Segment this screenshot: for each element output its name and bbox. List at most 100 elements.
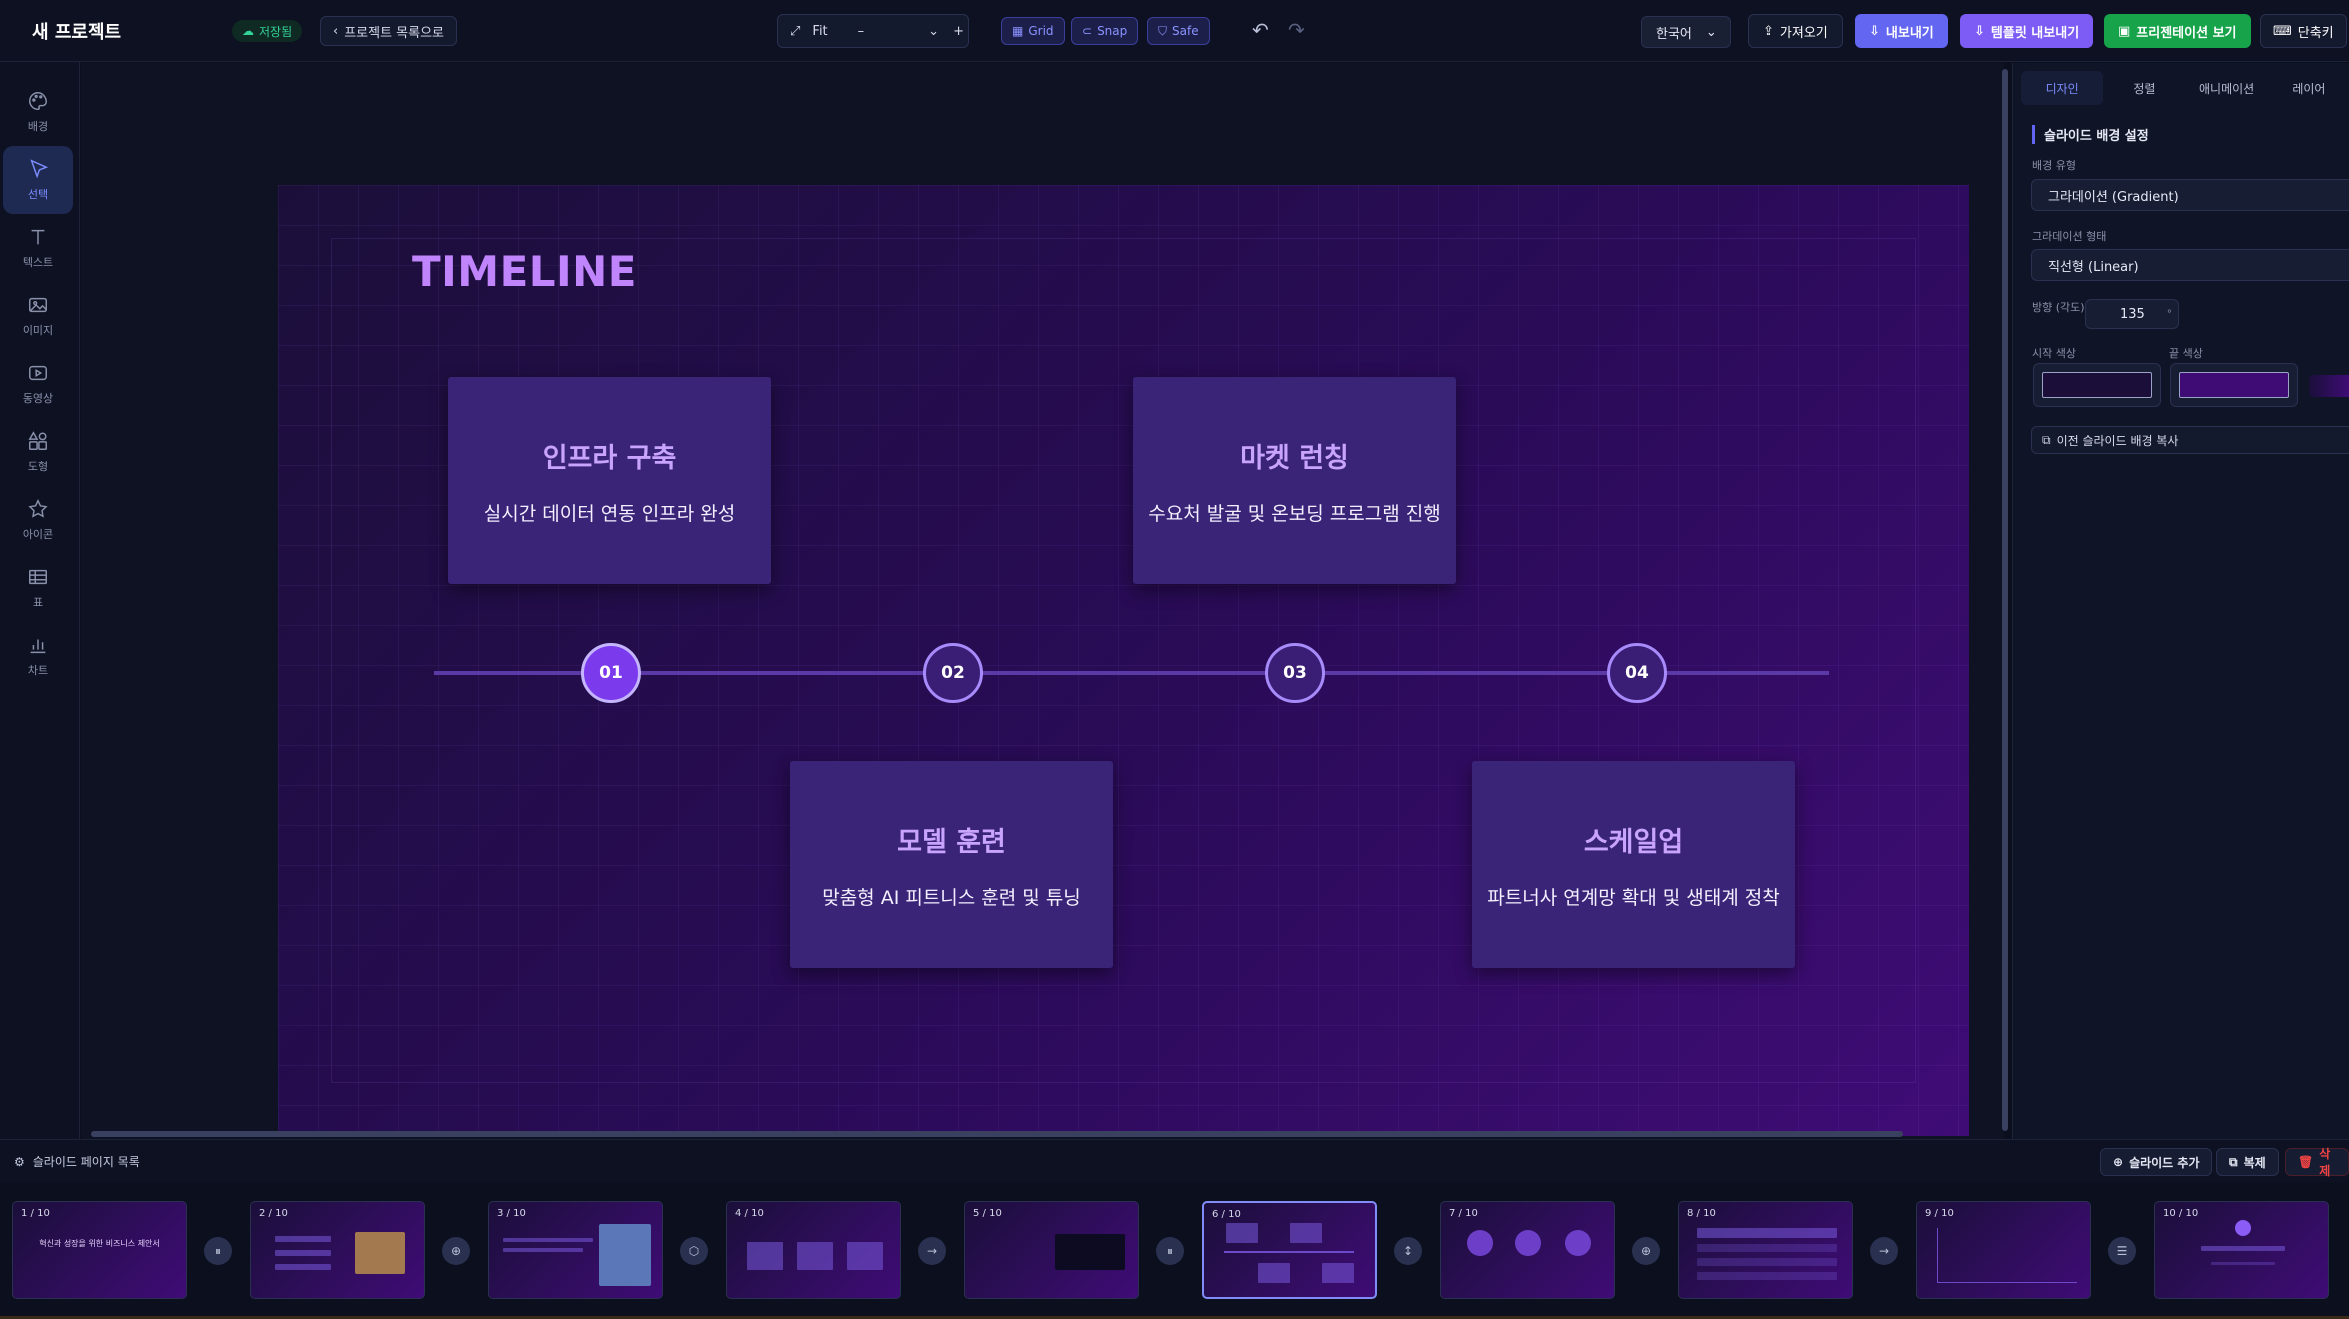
slide-thumb-3[interactable]: 3 / 10 <box>488 1201 663 1299</box>
sidebar-label-shapes: 도형 <box>27 460 49 473</box>
export-button[interactable]: ⇩ 내보내기 <box>1855 14 1948 48</box>
palette-icon <box>29 92 47 110</box>
back-to-projects-button[interactable]: ‹ 프로젝트 목록으로 <box>320 16 458 46</box>
timeline-card-1[interactable]: 인프라 구축 실시간 데이터 연동 인프라 완성 <box>448 377 771 584</box>
zoom-control[interactable]: ⤢ Fit – ⌄ + <box>777 14 969 48</box>
thumb-number: 1 / 10 <box>21 1208 50 1219</box>
transition-icon[interactable]: → <box>1870 1237 1898 1265</box>
thumb-number: 7 / 10 <box>1449 1208 1478 1219</box>
sidebar-item-image[interactable]: 이미지 <box>3 284 73 348</box>
snap-toggle[interactable]: ⊂ Snap <box>1071 17 1139 45</box>
canvas-stage: TIMELINE 인프라 구축 실시간 데이터 연동 인프라 완성 마켓 런칭 … <box>81 63 2008 1139</box>
tab-layers[interactable]: 레이어 <box>2268 71 2349 105</box>
timeline-node-4[interactable]: 04 <box>1607 643 1667 703</box>
transition-icon[interactable]: ↕ <box>1394 1237 1422 1265</box>
saved-badge: ☁ 저장됨 <box>232 20 303 42</box>
redo-icon[interactable]: ↷ <box>1288 18 1305 42</box>
sidebar-item-table[interactable]: 표 <box>3 556 73 620</box>
expand-icon: ⤢ <box>790 23 801 39</box>
undo-icon[interactable]: ↶ <box>1252 18 1269 42</box>
sidebar-item-background[interactable]: 배경 <box>3 80 73 144</box>
slide-thumb-8[interactable]: 8 / 10 <box>1678 1201 1853 1299</box>
copy-icon: ⧉ <box>2229 1154 2238 1169</box>
project-title[interactable]: 새 프로젝트 <box>32 18 121 44</box>
zoom-dropdown-icon[interactable]: ⌄ <box>928 24 939 39</box>
sidebar-item-text[interactable]: 텍스트 <box>3 216 73 280</box>
sidebar-item-select[interactable]: 선택 <box>3 146 73 214</box>
slide-canvas[interactable]: TIMELINE 인프라 구축 실시간 데이터 연동 인프라 완성 마켓 런칭 … <box>278 185 1969 1136</box>
bg-type-select[interactable]: 그라데이션 (Gradient) <box>2031 179 2349 211</box>
end-color-label: 끝 색상 <box>2169 347 2203 360</box>
slide-thumb-6[interactable]: 6 / 10 <box>1202 1201 1377 1299</box>
vertical-scrollbar[interactable] <box>2002 69 2008 1131</box>
sidebar-item-shapes[interactable]: 도형 <box>3 420 73 484</box>
duplicate-label: 복제 <box>2243 1155 2266 1170</box>
card-desc: 수요처 발굴 및 온보딩 프로그램 진행 <box>1148 502 1441 525</box>
star-icon <box>28 499 48 518</box>
timeline-card-2[interactable]: 마켓 런칭 수요처 발굴 및 온보딩 프로그램 진행 <box>1133 377 1456 584</box>
transition-icon[interactable]: ⏸ <box>1156 1237 1184 1265</box>
shapes-icon <box>28 431 47 450</box>
fit-button[interactable]: ⤢ Fit <box>790 24 828 39</box>
sidebar-item-video[interactable]: 동영상 <box>3 352 73 416</box>
shortcuts-button[interactable]: ⌨ 단축키 <box>2260 14 2347 48</box>
slide-thumb-2[interactable]: 2 / 10 <box>250 1201 425 1299</box>
delete-slide-button[interactable]: 🗑 삭제 <box>2285 1147 2349 1178</box>
tab-design[interactable]: 디자인 <box>2021 71 2104 105</box>
sidebar-label-image: 이미지 <box>22 324 54 337</box>
slide-thumb-10[interactable]: 10 / 10 <box>2154 1201 2329 1299</box>
tab-animation[interactable]: 애니메이션 <box>2186 71 2268 105</box>
section-title: 슬라이드 배경 설정 <box>2032 125 2149 144</box>
card-title: 인프라 구축 <box>542 442 677 474</box>
zoom-in-button[interactable]: + <box>953 24 964 39</box>
duplicate-slide-button[interactable]: ⧉ 복제 <box>2216 1148 2279 1176</box>
transition-icon[interactable]: → <box>918 1237 946 1265</box>
gradient-shape-select[interactable]: 직선형 (Linear) <box>2031 249 2349 281</box>
transition-icon[interactable]: ☰ <box>2108 1237 2136 1265</box>
safe-label: Safe <box>1172 24 1199 38</box>
import-button[interactable]: ⇪ 가져오기 <box>1748 14 1843 48</box>
slide-thumb-9[interactable]: 9 / 10 <box>1916 1201 2091 1299</box>
bg-type-value: 그라데이션 (Gradient) <box>2048 189 2179 205</box>
start-color-picker[interactable] <box>2033 363 2161 407</box>
timeline-node-1[interactable]: 01 <box>581 643 641 703</box>
present-icon: ▣ <box>2118 23 2131 39</box>
transition-icon[interactable]: ⊕ <box>442 1237 470 1265</box>
direction-unit: ° <box>2166 308 2172 320</box>
template-export-button[interactable]: ⇩ 템플릿 내보내기 <box>1960 14 2094 48</box>
copy-prev-background-button[interactable]: ⧉ 이전 슬라이드 배경 복사 <box>2031 426 2349 454</box>
copy-prev-label: 이전 슬라이드 배경 복사 <box>2056 433 2179 448</box>
direction-input[interactable]: 135 ° <box>2085 299 2179 329</box>
slide-thumb-7[interactable]: 7 / 10 <box>1440 1201 1615 1299</box>
slide-thumb-1[interactable]: 1 / 10 혁신과 성장을 위한 비즈니스 제안서 <box>12 1201 187 1299</box>
settings-icon: ⚙ <box>14 1154 25 1169</box>
direction-value: 135 <box>2120 306 2145 322</box>
sidebar-label-icons: 아이콘 <box>22 528 54 541</box>
safe-toggle[interactable]: ⛉ Safe <box>1147 17 1210 45</box>
sidebar-item-icons[interactable]: 아이콘 <box>3 488 73 552</box>
slide-thumb-4[interactable]: 4 / 10 <box>726 1201 901 1299</box>
slide-title[interactable]: TIMELINE <box>412 247 637 296</box>
slide-thumb-5[interactable]: 5 / 10 <box>964 1201 1139 1299</box>
transition-icon[interactable]: ⏸ <box>204 1237 232 1265</box>
language-select[interactable]: 한국어 ⌄ <box>1641 16 1731 48</box>
grid-toggle[interactable]: ▦ Grid <box>1001 17 1065 45</box>
end-color-picker[interactable] <box>2170 363 2298 407</box>
sidebar-label-table: 표 <box>32 596 44 609</box>
add-slide-button[interactable]: ⊕ 슬라이드 추가 <box>2100 1148 2213 1176</box>
timeline-card-3[interactable]: 모델 훈련 맞춤형 AI 피트니스 훈련 및 튜닝 <box>790 761 1113 968</box>
timeline-card-4[interactable]: 스케일업 파트너사 연계망 확대 및 생태계 정착 <box>1472 761 1795 968</box>
saved-label: 저장됨 <box>259 24 293 39</box>
tab-align[interactable]: 정렬 <box>2103 71 2185 105</box>
transition-icon[interactable]: ⬡ <box>680 1237 708 1265</box>
transition-icon[interactable]: ⊕ <box>1632 1237 1660 1265</box>
horizontal-scrollbar[interactable] <box>91 1131 1903 1137</box>
present-button[interactable]: ▣ 프리젠테이션 보기 <box>2104 14 2251 48</box>
sidebar-label-text: 텍스트 <box>22 256 54 269</box>
timeline-node-2[interactable]: 02 <box>923 643 983 703</box>
zoom-out-button[interactable]: – <box>858 24 865 39</box>
sidebar-item-chart[interactable]: 차트 <box>3 624 73 688</box>
grid-label: Grid <box>1028 24 1054 38</box>
timeline-node-3[interactable]: 03 <box>1265 643 1325 703</box>
video-icon <box>29 365 47 381</box>
